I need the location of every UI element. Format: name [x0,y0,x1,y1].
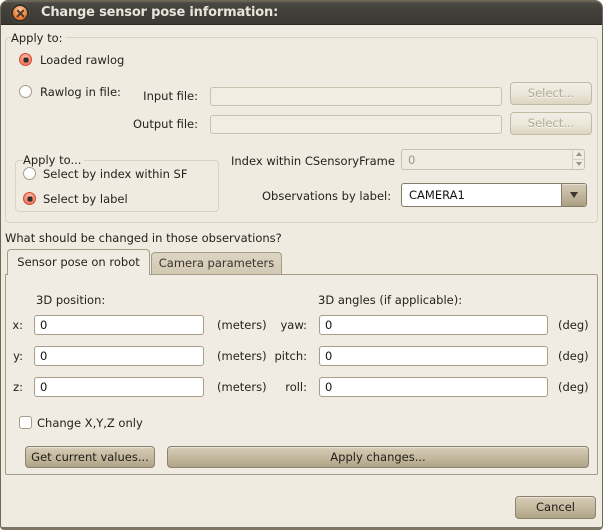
pitch-label: pitch: [261,349,307,363]
combobox-dropdown-button[interactable] [561,184,586,206]
roll-input[interactable] [319,377,548,397]
index-within-label: Index within CSensoryFrame [231,154,395,168]
apply-changes-button[interactable]: Apply changes... [167,446,589,468]
roll-unit-label: (deg) [558,380,589,394]
x-input-text[interactable] [35,316,203,334]
radio-rawlog-in-file[interactable] [19,85,32,98]
cancel-button[interactable]: Cancel [515,496,596,519]
apply-changes-button-label: Apply changes... [168,447,588,467]
input-file-text[interactable] [211,88,501,105]
x-unit-label: (meters) [217,318,267,332]
roll-label: roll: [261,380,307,394]
observations-combobox[interactable]: CAMERA1 [401,183,587,207]
change-xyz-only-checkbox[interactable] [19,416,32,429]
radio-select-by-label-label[interactable]: Select by label [43,192,128,206]
close-button[interactable] [11,4,29,22]
index-spinner[interactable]: 0 [401,149,585,170]
pitch-unit-label: (deg) [558,349,589,363]
select-input-file-button-label: Select... [511,83,591,104]
close-icon [16,9,25,18]
dialog-window: Change sensor pose information: Apply to… [0,0,603,530]
radio-select-by-index[interactable] [23,167,36,180]
z-unit-label: (meters) [217,380,267,394]
y-input[interactable] [34,346,204,366]
radio-dot-icon [27,196,32,201]
position-header: 3D position: [36,293,105,307]
radio-loaded-rawlog-label[interactable]: Loaded rawlog [40,53,124,67]
select-output-file-button-label: Select... [511,113,591,134]
select-output-file-button[interactable]: Select... [510,112,592,135]
input-file-label: Input file: [121,89,198,103]
output-file-field[interactable] [210,115,502,134]
x-label: x: [3,318,23,332]
tab-sensor-pose-label: Sensor pose on robot [17,255,139,269]
tab-camera-parameters-label: Camera parameters [159,256,275,270]
yaw-unit-label: (deg) [558,318,589,332]
observations-by-label-label: Observations by label: [262,189,391,203]
output-file-text[interactable] [211,116,501,133]
titlebar[interactable]: Change sensor pose information: [1,1,602,25]
z-label: z: [3,380,23,394]
radio-dot-icon [23,57,28,62]
tab-sensor-pose[interactable]: Sensor pose on robot [7,249,150,275]
arrow-down-icon [576,162,582,166]
output-file-label: Output file: [121,117,198,131]
get-current-values-button[interactable]: Get current values... [25,446,155,468]
radio-loaded-rawlog[interactable] [19,53,32,66]
y-input-text[interactable] [35,347,203,365]
y-label: y: [3,349,23,363]
roll-input-text[interactable] [320,378,547,396]
change-xyz-only-label[interactable]: Change X,Y,Z only [37,416,143,430]
z-input-text[interactable] [35,378,203,396]
select-input-file-button[interactable]: Select... [510,82,592,105]
y-unit-label: (meters) [217,349,267,363]
arrow-up-icon [576,152,582,156]
dropdown-arrow-icon [570,192,578,198]
index-spinner-value: 0 [408,153,415,167]
yaw-label: yaw: [261,318,307,332]
yaw-input[interactable] [319,315,548,335]
get-current-values-button-label: Get current values... [26,447,154,467]
apply-to-frame-label: Apply to: [11,31,66,45]
yaw-input-text[interactable] [320,316,547,334]
pitch-input[interactable] [319,346,548,366]
spinner-down-button[interactable] [573,160,584,170]
spinner-up-button[interactable] [573,150,584,160]
observations-combobox-value: CAMERA1 [409,188,465,202]
cancel-button-label: Cancel [516,497,595,518]
spinner-buttons [572,150,584,169]
radio-select-by-index-label[interactable]: Select by index within SF [43,167,187,181]
pitch-input-text[interactable] [320,347,547,365]
apply-mode-frame-label: Apply to... [23,153,84,167]
window-title: Change sensor pose information: [41,5,278,20]
tab-camera-parameters[interactable]: Camera parameters [151,252,282,274]
question-label: What should be changed in those observat… [5,231,282,245]
z-input[interactable] [34,377,204,397]
input-file-field[interactable] [210,87,502,106]
radio-rawlog-in-file-label[interactable]: Rawlog in file: [40,85,121,99]
radio-select-by-label[interactable] [23,192,36,205]
angles-header: 3D angles (if applicable): [318,293,462,307]
x-input[interactable] [34,315,204,335]
